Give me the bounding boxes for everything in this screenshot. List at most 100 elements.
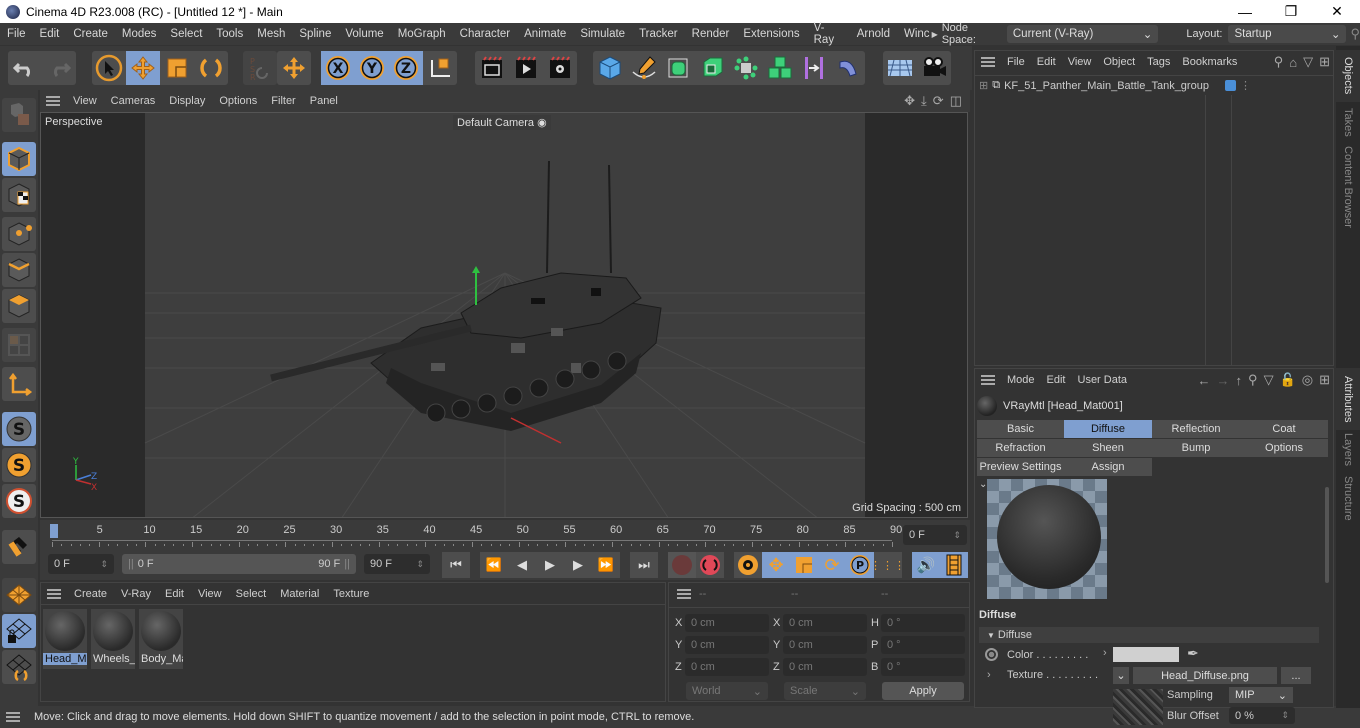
next-key-button[interactable]: ⏩ bbox=[592, 552, 620, 578]
range-handle-right[interactable]: || bbox=[344, 558, 350, 570]
x-axis-toggle[interactable]: X bbox=[321, 51, 355, 85]
camera-name-label[interactable]: Default Camera ◉ bbox=[453, 115, 551, 130]
keyframe-selection-button[interactable] bbox=[734, 552, 762, 578]
quantize-button[interactable]: S bbox=[2, 484, 36, 518]
animate-radio[interactable] bbox=[985, 648, 998, 661]
object-menu-object[interactable]: Object bbox=[1097, 56, 1141, 68]
rot-b-field[interactable]: 0 ° bbox=[881, 658, 965, 676]
filter-icon[interactable]: ▽ bbox=[1303, 54, 1313, 70]
toggle-layout-icon[interactable]: ◫ bbox=[950, 93, 962, 109]
tab-basic[interactable]: Basic bbox=[977, 420, 1064, 438]
home-icon[interactable]: ⌂ bbox=[1289, 55, 1297, 70]
menu-animate[interactable]: Animate bbox=[517, 28, 573, 40]
menu-edit[interactable]: Edit bbox=[33, 28, 67, 40]
camera-button[interactable] bbox=[917, 51, 951, 85]
viewport-menu-cameras[interactable]: Cameras bbox=[104, 95, 163, 107]
uv-mode-button[interactable] bbox=[2, 328, 36, 362]
diffuse-group-header[interactable]: ▼ Diffuse bbox=[979, 627, 1319, 643]
timeline-ruler[interactable]: 051015202530354045505560657075808590 0 F… bbox=[40, 520, 970, 550]
maximize-button[interactable]: ❐ bbox=[1268, 0, 1314, 23]
workplane-grid-button[interactable] bbox=[2, 578, 36, 612]
render-view-button[interactable] bbox=[475, 51, 509, 85]
minimize-button[interactable]: — bbox=[1222, 0, 1268, 23]
rotate-tool-button[interactable] bbox=[194, 51, 228, 85]
new-panel-icon[interactable]: ⊞ bbox=[1319, 372, 1330, 388]
expand-texture-icon[interactable]: › bbox=[987, 669, 991, 681]
tab-takes[interactable]: Takes bbox=[1336, 102, 1360, 142]
menu-tracker[interactable]: Tracker bbox=[632, 28, 685, 40]
scheme-button[interactable] bbox=[940, 552, 968, 578]
layout-dropdown[interactable]: Startup ⌄ bbox=[1228, 25, 1347, 43]
material-menu-vray[interactable]: V-Ray bbox=[114, 588, 158, 600]
object-menu-tags[interactable]: Tags bbox=[1141, 56, 1176, 68]
workplane-button[interactable] bbox=[2, 367, 36, 401]
menu-mesh[interactable]: Mesh bbox=[250, 28, 292, 40]
menu-arnold[interactable]: Arnold bbox=[850, 28, 897, 40]
viewport-menu-filter[interactable]: Filter bbox=[264, 95, 302, 107]
material-menu-select[interactable]: Select bbox=[229, 588, 274, 600]
previous-key-button[interactable]: ⏪ bbox=[480, 552, 508, 578]
render-picture-viewer-button[interactable] bbox=[509, 51, 543, 85]
material-swatch[interactable]: Wheels_ bbox=[91, 609, 135, 669]
new-panel-icon[interactable]: ⊞ bbox=[1319, 54, 1330, 70]
size-y-field[interactable]: 0 cm bbox=[783, 636, 867, 654]
render-settings-button[interactable] bbox=[543, 51, 577, 85]
z-axis-toggle[interactable]: Z bbox=[389, 51, 423, 85]
snap-settings-button[interactable]: S bbox=[2, 448, 36, 482]
material-swatch[interactable]: Body_Ma bbox=[139, 609, 183, 669]
menu-tools[interactable]: Tools bbox=[209, 28, 250, 40]
viewport-menu-display[interactable]: Display bbox=[162, 95, 212, 107]
attr-menu-mode[interactable]: Mode bbox=[1001, 374, 1041, 386]
menu-select[interactable]: Select bbox=[163, 28, 209, 40]
chevron-right-icon[interactable]: › bbox=[1103, 647, 1107, 659]
deformer-button[interactable] bbox=[797, 51, 831, 85]
material-swatch[interactable]: Head_M bbox=[43, 609, 87, 669]
hamburger-menu-icon[interactable] bbox=[677, 589, 691, 599]
menu-volume[interactable]: Volume bbox=[338, 28, 390, 40]
tab-content-browser[interactable]: Content Browser bbox=[1336, 142, 1360, 232]
hamburger-menu-icon[interactable] bbox=[47, 588, 61, 599]
range-handle-left[interactable]: || bbox=[128, 558, 134, 570]
undo-button[interactable] bbox=[8, 51, 42, 85]
texture-mode-button[interactable] bbox=[2, 178, 36, 212]
node-space-dropdown[interactable]: Current (V-Ray) ⌄ bbox=[1006, 25, 1159, 43]
material-menu-create[interactable]: Create bbox=[67, 588, 114, 600]
search-icon[interactable]: ⚲ bbox=[1350, 26, 1360, 42]
tab-sheen[interactable]: Sheen bbox=[1064, 439, 1152, 457]
magnet-button[interactable] bbox=[2, 530, 36, 564]
subdivision-surface-button[interactable] bbox=[661, 51, 695, 85]
bend-button[interactable] bbox=[831, 51, 865, 85]
cube-button[interactable] bbox=[593, 51, 627, 85]
menu-modes[interactable]: Modes bbox=[115, 28, 164, 40]
start-frame-field[interactable]: 0 F ⇕ bbox=[48, 554, 114, 574]
material-menu-texture[interactable]: Texture bbox=[326, 588, 376, 600]
back-arrow-icon[interactable]: ← bbox=[1198, 373, 1211, 388]
next-frame-button[interactable]: ▶ bbox=[564, 552, 592, 578]
rot-p-field[interactable]: 0 ° bbox=[881, 636, 965, 654]
object-row[interactable]: ⊞ ⧉ KF_51_Panther_Main_Battle_Tank_group… bbox=[975, 75, 1333, 95]
workplane-rotate-button[interactable] bbox=[2, 650, 36, 684]
rot-h-field[interactable]: 0 ° bbox=[881, 614, 965, 632]
texture-dropdown-button[interactable]: ⌄ bbox=[1113, 667, 1129, 684]
tab-assign[interactable]: Assign bbox=[1064, 458, 1152, 476]
size-z-field[interactable]: 0 cm bbox=[783, 658, 867, 676]
end-frame-field[interactable]: 90 F ⇕ bbox=[364, 554, 430, 574]
scale-tool-button[interactable] bbox=[160, 51, 194, 85]
key-position-toggle[interactable]: ✥ bbox=[762, 552, 790, 578]
current-frame-field[interactable]: 0 F ⇕ bbox=[903, 525, 967, 545]
texture-browse-button[interactable]: ... bbox=[1281, 667, 1311, 684]
frame-range-slider[interactable]: || 0 F 90 F || bbox=[122, 554, 356, 574]
psr-button[interactable]: PSR bbox=[243, 51, 277, 85]
hamburger-menu-icon[interactable] bbox=[981, 57, 995, 67]
lock-workplane-button[interactable] bbox=[2, 614, 36, 648]
apply-button[interactable]: Apply bbox=[882, 682, 964, 700]
y-axis-toggle[interactable]: Y bbox=[355, 51, 389, 85]
object-menu-view[interactable]: View bbox=[1062, 56, 1098, 68]
attr-scrollbar[interactable] bbox=[1325, 487, 1329, 583]
menu-render[interactable]: Render bbox=[685, 28, 737, 40]
blur-offset-field[interactable]: 0 % ⇕ bbox=[1229, 707, 1295, 724]
material-menu-view[interactable]: View bbox=[191, 588, 229, 600]
texture-file-button[interactable]: Head_Diffuse.png bbox=[1133, 667, 1277, 684]
floor-button[interactable] bbox=[883, 51, 917, 85]
polygons-mode-button[interactable] bbox=[2, 289, 36, 323]
